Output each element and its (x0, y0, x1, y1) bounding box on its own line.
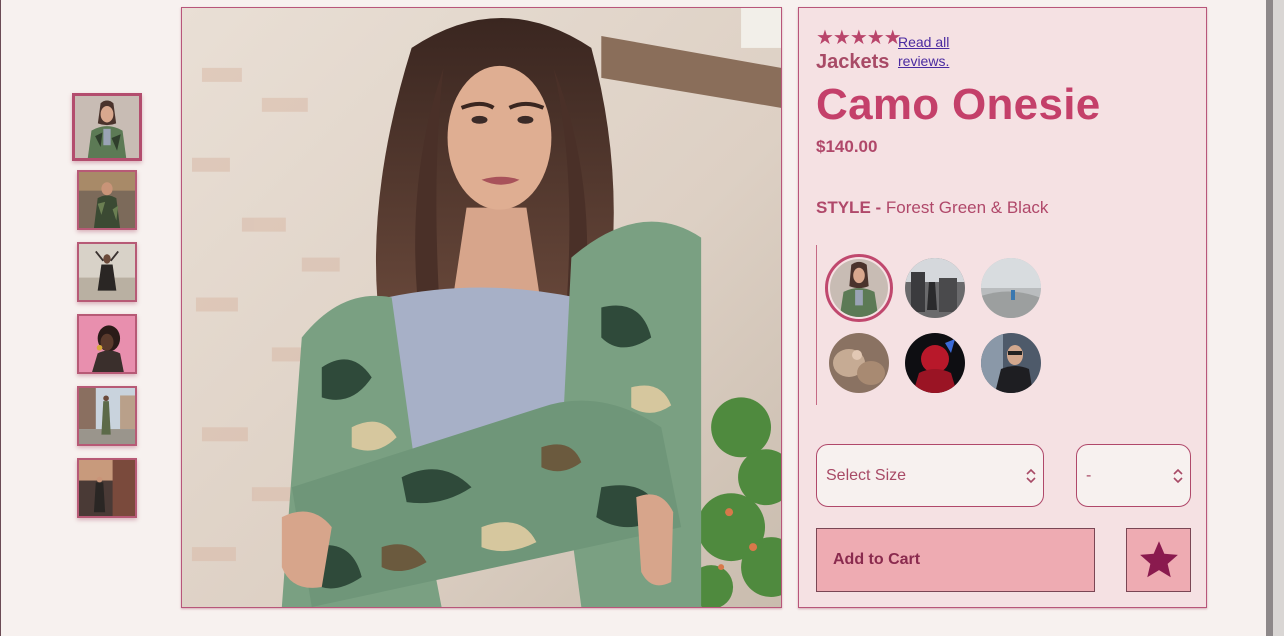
thumbnail-2[interactable] (77, 170, 137, 230)
select-chevron-icon (1026, 468, 1036, 484)
style-swatch-5[interactable] (905, 333, 965, 393)
style-swatch-1[interactable] (825, 254, 893, 322)
style-swatch-3[interactable] (981, 258, 1041, 318)
style-value: Forest Green & Black (885, 198, 1049, 217)
window-left-edge (0, 0, 1, 636)
select-chevron-icon (1173, 468, 1183, 484)
star-icon (1139, 541, 1178, 578)
thumbnail-3[interactable] (77, 242, 137, 302)
product-details-panel: ★★★★★ Read all reviews. Jackets Camo One… (798, 7, 1207, 608)
style-swatch-2[interactable] (905, 258, 965, 318)
thumbnail-6[interactable] (77, 458, 137, 518)
style-label: STYLE - (816, 198, 882, 217)
style-swatch-4[interactable] (829, 333, 889, 393)
rating-stars: ★★★★★ (816, 25, 902, 49)
style-swatch-6[interactable] (981, 333, 1041, 393)
size-select-value: Select Size (826, 466, 907, 484)
quantity-select-value: - (1086, 466, 1092, 484)
product-price: $140.00 (816, 137, 878, 156)
add-to-cart-button[interactable]: Add to Cart (816, 528, 1095, 592)
product-category: Jackets (816, 51, 890, 73)
size-select[interactable]: Select Size (816, 444, 1044, 507)
swatch-divider (816, 245, 817, 405)
thumbnail-1[interactable] (72, 93, 142, 161)
scrollbar[interactable] (1266, 0, 1284, 636)
thumbnail-4[interactable] (77, 314, 137, 374)
favorite-button[interactable] (1126, 528, 1191, 592)
main-product-image (181, 7, 782, 608)
product-title: Camo Onesie (816, 80, 1101, 129)
quantity-select[interactable]: - (1076, 444, 1191, 507)
rating-stars-text: ★★★★★ (816, 25, 902, 49)
read-reviews-link[interactable]: Read all reviews. (898, 33, 968, 71)
add-to-cart-label: Add to Cart (833, 551, 921, 568)
style-info: STYLE - Forest Green & Black (816, 198, 1048, 218)
thumbnail-5[interactable] (77, 386, 137, 446)
